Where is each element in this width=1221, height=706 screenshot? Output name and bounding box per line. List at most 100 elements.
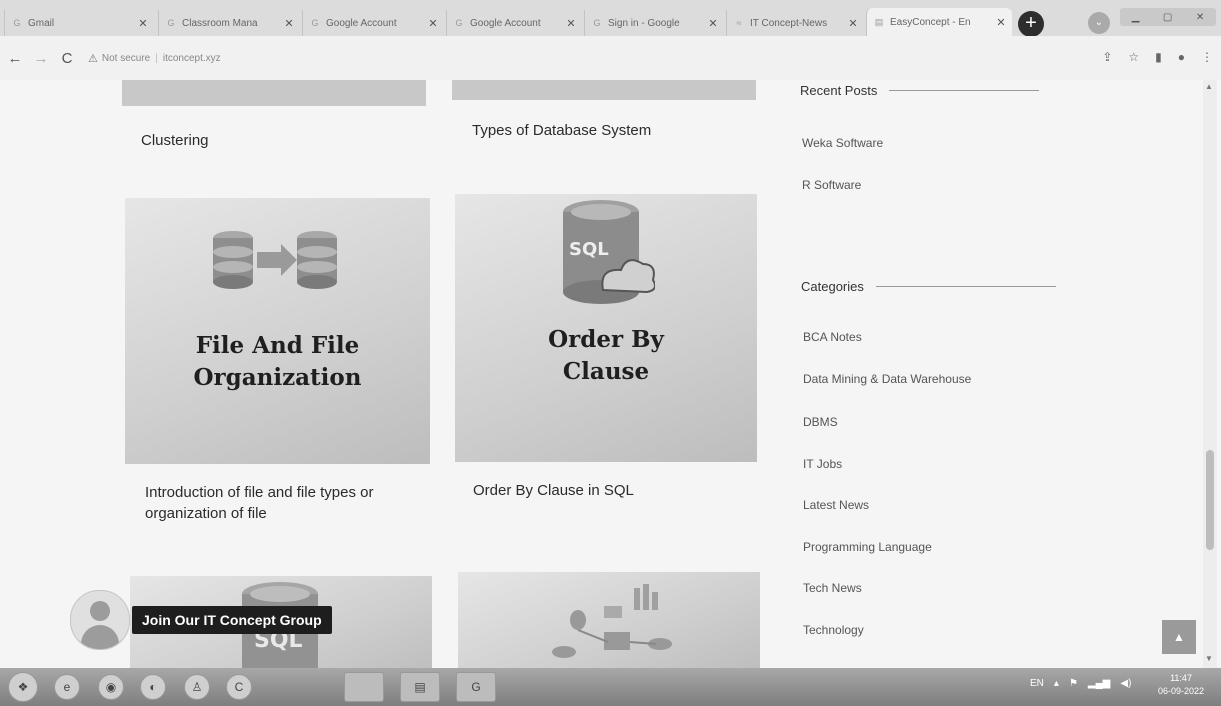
close-tab-icon[interactable]: ✕ <box>282 17 296 30</box>
tab-title: EasyConcept - En <box>890 16 971 28</box>
maximize-icon[interactable]: ▢ <box>1163 12 1172 23</box>
post-title-link[interactable]: Clustering <box>141 130 209 151</box>
close-tab-icon[interactable]: ✕ <box>564 17 578 30</box>
ie-browser-icon[interactable]: e <box>54 674 80 700</box>
google-g-icon: G <box>167 18 175 28</box>
toolbar-actions: ⇪ ☆ ▮ ● ⋮ <box>1102 50 1213 64</box>
window-controls: ▁ ▢ ✕ <box>1120 8 1216 26</box>
post-thumbnail[interactable] <box>458 572 760 668</box>
clock-time: 11:47 <box>1170 673 1192 683</box>
address-bar[interactable]: ⚠ Not secure | itconcept.xyz <box>88 52 221 65</box>
post-thumbnail[interactable] <box>122 80 426 106</box>
url-text: itconcept.xyz <box>162 52 221 64</box>
google-g-icon: G <box>311 18 319 28</box>
system-clock[interactable]: 11:47 06-09-2022 <box>1158 672 1204 698</box>
doc-icon: ▤ <box>874 16 884 27</box>
category-link[interactable]: DBMS <box>803 415 838 429</box>
thumbnail-heading: Order By Clause <box>548 326 664 385</box>
volume-icon[interactable]: ◀) <box>1120 678 1131 689</box>
side-panel-icon[interactable]: ▮ <box>1155 50 1162 64</box>
tray-chevron-icon[interactable]: ▴ <box>1054 678 1059 689</box>
browser-tab[interactable]: G Google Account ✕ <box>446 10 582 36</box>
browser-tab[interactable]: G Google Account ✕ <box>302 10 444 36</box>
back-arrow-icon[interactable]: ← <box>4 50 26 67</box>
recent-post-link[interactable]: R Software <box>802 178 861 192</box>
browser-tab[interactable]: G Gmail ✕ <box>4 10 154 36</box>
tab-title: Gmail <box>28 17 55 29</box>
tab-title: Sign in - Google <box>608 17 680 29</box>
post-thumbnail[interactable]: SQL Order By Clause <box>455 194 757 462</box>
category-link[interactable]: BCA Notes <box>803 330 862 344</box>
app-icon[interactable]: C <box>226 674 252 700</box>
google-g-icon: G <box>593 18 601 28</box>
site-icon: ≈ <box>736 18 742 28</box>
post-title-link[interactable]: Order By Clause in SQL <box>473 480 634 501</box>
tab-title: Classroom Mana <box>182 17 258 29</box>
recent-post-link[interactable]: Weka Software <box>802 136 883 150</box>
bookmark-star-icon[interactable]: ☆ <box>1128 50 1139 64</box>
avatar-icon <box>70 590 130 650</box>
database-transfer-icon <box>213 231 337 289</box>
url-separator: | <box>155 52 158 64</box>
post-title-link[interactable]: Introduction of file and file types or o… <box>145 482 435 524</box>
firefox-icon[interactable]: ◐ <box>140 674 166 700</box>
flag-icon[interactable]: ⚑ <box>1069 678 1078 689</box>
new-tab-button[interactable]: + <box>1018 11 1044 37</box>
browser-tab-strip: G Gmail ✕ G Classroom Mana ✕ G Google Ac… <box>0 0 1221 37</box>
post-thumbnail[interactable]: File And File Organization <box>125 198 430 464</box>
category-link[interactable]: Programming Language <box>803 540 932 554</box>
category-link[interactable]: Technology <box>803 623 864 637</box>
post-thumbnail[interactable] <box>452 80 756 100</box>
tab-title: Google Account <box>326 17 397 29</box>
tab-title: Google Account <box>470 17 541 29</box>
menu-dots-icon[interactable]: ⋮ <box>1201 50 1213 64</box>
scroll-up-arrow-icon[interactable]: ▲ <box>1205 82 1213 91</box>
chrome-icon[interactable]: ◉ <box>98 674 124 700</box>
user-app-icon[interactable]: ♙ <box>184 674 210 700</box>
close-tab-icon[interactable]: ✕ <box>426 17 440 30</box>
category-link[interactable]: IT Jobs <box>803 457 842 471</box>
browser-tab[interactable]: ≈ IT Concept-News ✕ <box>726 10 864 36</box>
close-tab-icon[interactable]: ✕ <box>136 17 150 30</box>
browser-tab[interactable]: G Classroom Mana ✕ <box>158 10 300 36</box>
network-signal-icon[interactable]: ▂▄▆ <box>1088 678 1110 689</box>
language-indicator[interactable]: EN <box>1030 678 1044 689</box>
heading-rule <box>889 90 1040 91</box>
forward-arrow-icon[interactable]: → <box>30 50 52 67</box>
join-group-label[interactable]: Join Our IT Concept Group <box>132 606 332 634</box>
close-tab-icon[interactable]: ✕ <box>706 17 720 30</box>
categories-heading: Categories <box>801 279 1056 294</box>
category-link[interactable]: Tech News <box>803 581 862 595</box>
category-link[interactable]: Latest News <box>803 498 869 512</box>
reload-icon[interactable]: C <box>56 50 78 67</box>
os-taskbar: ❖ e ◉ ◐ ♙ C ▤ G EN ▴ ⚑ ▂▄▆ ◀) 11:47 06-0… <box>0 668 1221 706</box>
page-scrollbar[interactable]: ▲ ▼ <box>1203 80 1217 668</box>
join-group-widget[interactable]: Join Our IT Concept Group <box>70 590 332 650</box>
page-content: Clustering Types of Database System File… <box>0 80 1221 668</box>
scroll-down-arrow-icon[interactable]: ▼ <box>1205 654 1213 663</box>
scrollbar-thumb[interactable] <box>1206 450 1214 550</box>
profile-icon[interactable]: ● <box>1178 50 1185 64</box>
clock-date: 06-09-2022 <box>1158 686 1205 696</box>
document-app-icon[interactable]: ▤ <box>400 672 440 702</box>
heading-text: Categories <box>801 279 864 294</box>
minimize-icon[interactable]: ▁ <box>1132 12 1140 23</box>
close-window-icon[interactable]: ✕ <box>1196 12 1204 23</box>
post-title-link[interactable]: Types of Database System <box>472 120 651 141</box>
thumbnail-heading: File And File Organization <box>193 332 362 391</box>
chrome-taskbar-icon[interactable]: G <box>456 672 496 702</box>
category-link[interactable]: Data Mining & Data Warehouse <box>803 372 971 386</box>
sql-badge: SQL <box>569 239 609 260</box>
share-icon[interactable]: ⇪ <box>1102 50 1112 64</box>
security-label: Not secure <box>101 52 151 64</box>
browser-tab-active[interactable]: ▤ EasyConcept - En ✕ <box>866 8 1012 36</box>
start-button-icon[interactable]: ❖ <box>8 672 38 702</box>
back-to-top-button[interactable]: ▲ <box>1162 620 1196 654</box>
window-app-icon[interactable] <box>344 672 384 702</box>
close-tab-icon[interactable]: ✕ <box>846 17 860 30</box>
close-tab-icon[interactable]: ✕ <box>994 16 1008 29</box>
heading-rule <box>875 286 1056 287</box>
google-g-icon: G <box>455 18 463 28</box>
browser-tab[interactable]: G Sign in - Google ✕ <box>584 10 724 36</box>
tab-search-chevron-icon[interactable]: ⌄ <box>1088 12 1110 34</box>
